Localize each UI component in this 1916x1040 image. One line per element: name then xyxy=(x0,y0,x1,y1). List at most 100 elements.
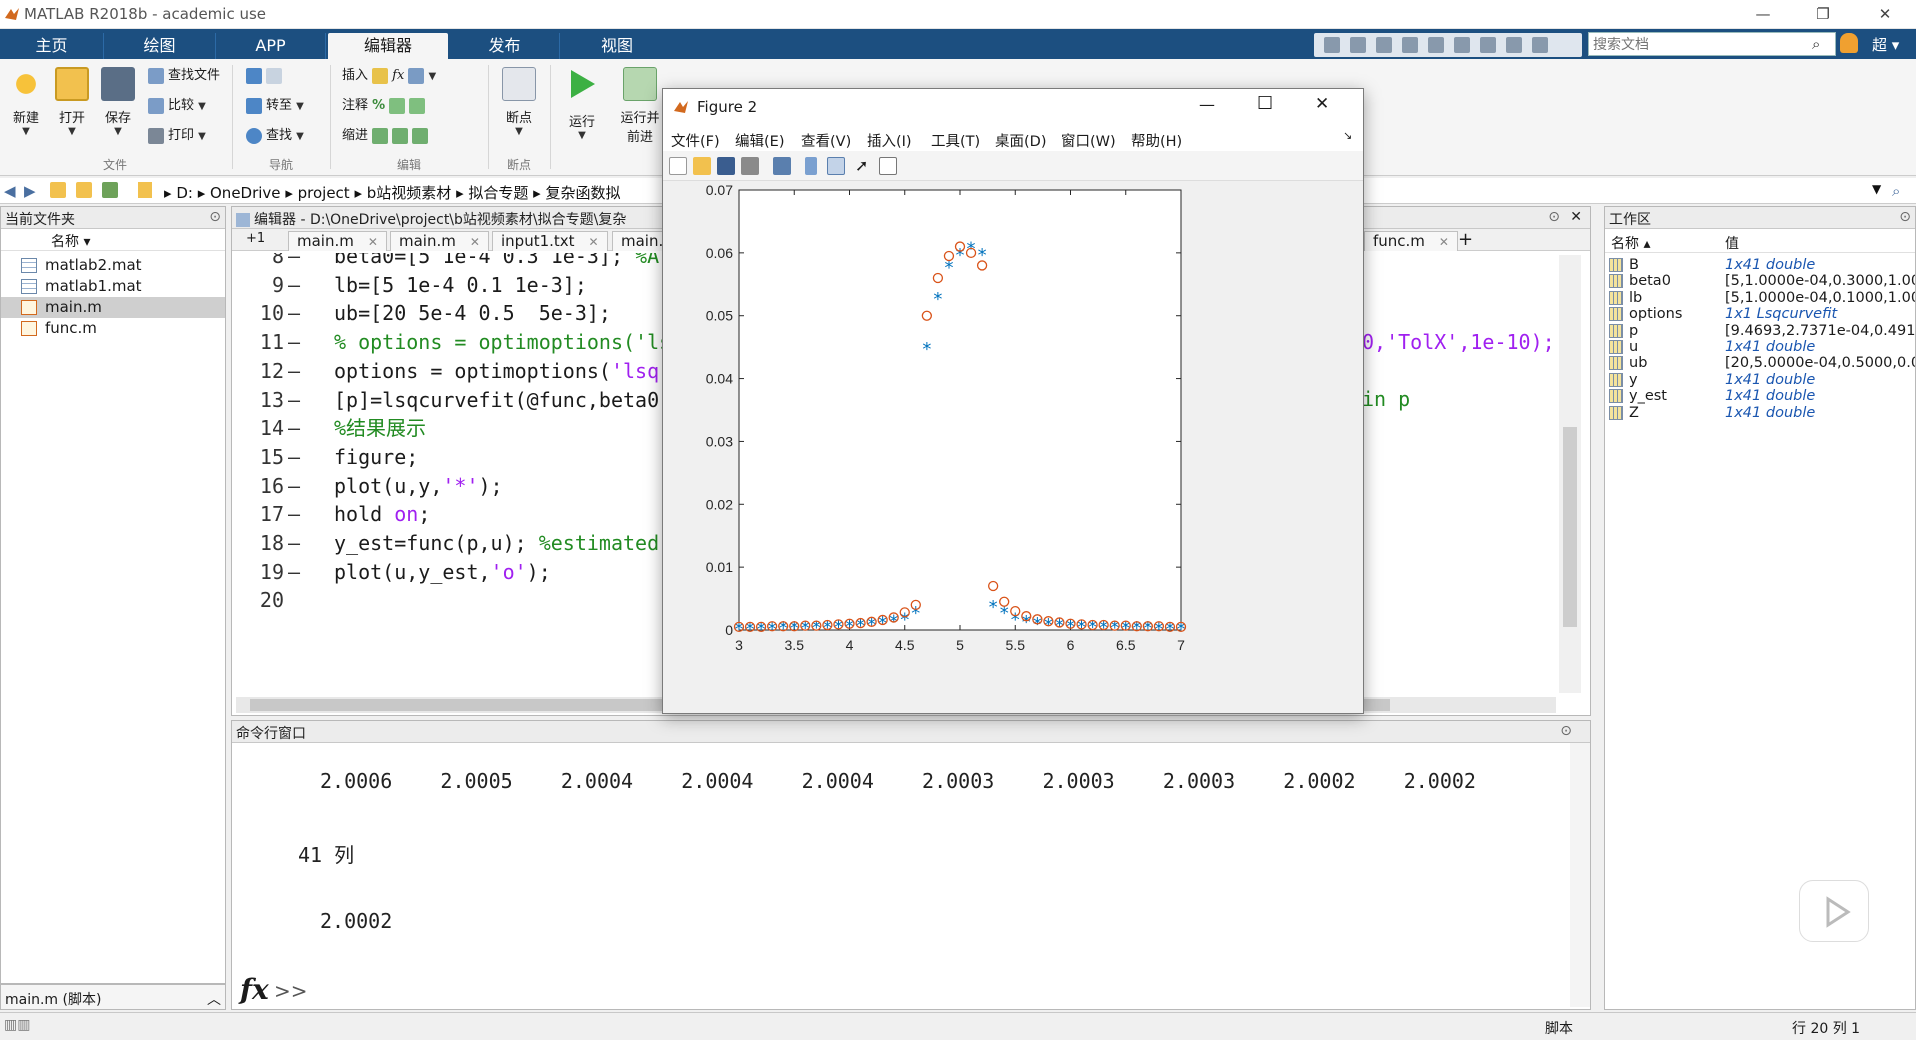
save-button[interactable]: 保存 ▼ xyxy=(92,67,144,137)
editor-tab-func[interactable]: func.m ✕ xyxy=(1364,231,1458,251)
nav-back-icon[interactable]: ◀ xyxy=(4,182,16,200)
figure-menu-dock-icon[interactable]: ↘ xyxy=(1343,129,1352,142)
comment-button[interactable]: 注释 % xyxy=(342,95,429,117)
figure-maximize-button[interactable]: ☐ xyxy=(1257,93,1273,114)
tab-apps[interactable]: APP xyxy=(216,33,326,59)
insert-legend-icon[interactable] xyxy=(827,157,845,175)
run-button[interactable]: 运行 ▼ xyxy=(556,67,608,141)
figure-menu-edit[interactable]: 编辑(E) xyxy=(735,130,784,151)
paste-icon[interactable] xyxy=(1402,37,1418,53)
new-figure-icon[interactable] xyxy=(669,157,687,175)
figure-minimize-button[interactable]: — xyxy=(1199,95,1215,114)
function-browser-fx-icon[interactable]: fx xyxy=(240,973,269,1006)
property-editor-icon[interactable] xyxy=(879,157,897,175)
indent-button[interactable]: 缩进 xyxy=(342,125,432,147)
figure-menu-insert[interactable]: 插入(I) xyxy=(867,130,912,151)
new-button[interactable]: 新建 ▼ xyxy=(0,67,52,137)
insert-colorbar-icon[interactable] xyxy=(805,157,817,175)
find-file-button[interactable]: 查找文件 xyxy=(148,65,220,87)
column-header-name[interactable]: 名称 ▾ xyxy=(1,231,225,251)
link-plot-icon[interactable] xyxy=(773,157,791,175)
scatter-chart[interactable]: 3 3.5 4 4.5 5 5.5 6 6.5 700.010.020.030.040.050.… xyxy=(663,182,1363,713)
breakpoints-button[interactable]: 断点 ▼ xyxy=(492,67,546,137)
line-number[interactable]: 20 xyxy=(232,583,284,618)
find-button[interactable]: 查找 ▼ xyxy=(246,125,304,147)
figure-menu-tools[interactable]: 工具(T) xyxy=(931,130,980,151)
back-forward-button[interactable] xyxy=(246,65,286,87)
close-panel-icon[interactable]: ✕ xyxy=(1570,209,1582,225)
search-folder-icon[interactable]: ⌕ xyxy=(1892,182,1900,200)
figure-plot-area[interactable]: 3 3.5 4 4.5 5 5.5 6 6.5 7 0 0.01 0.02 0.03 0.04 0.05 0.… xyxy=(663,182,1363,713)
save-icon[interactable] xyxy=(1324,37,1340,53)
editor-tab-main[interactable]: main.m ✕ xyxy=(288,231,387,251)
browse-folder-icon[interactable] xyxy=(76,182,92,198)
search-documentation-input[interactable] xyxy=(1588,32,1836,56)
panel-menu-icon[interactable]: ⊙ xyxy=(209,209,221,225)
switch-windows-icon[interactable] xyxy=(1480,37,1496,53)
column-header-name[interactable]: 名称 ▴ xyxy=(1611,233,1650,253)
open-file-icon[interactable] xyxy=(693,157,711,175)
tab-editor[interactable]: 编辑器 xyxy=(328,33,448,59)
editor-vertical-scrollbar[interactable] xyxy=(1559,255,1581,693)
file-list-item[interactable]: matlab1.mat xyxy=(1,276,225,297)
save-figure-icon[interactable] xyxy=(717,157,735,175)
undo-icon[interactable] xyxy=(1428,37,1444,53)
tab-plots[interactable]: 绘图 xyxy=(104,33,216,59)
help-icon[interactable] xyxy=(1506,37,1522,53)
user-account-menu[interactable]: 超 ▾ xyxy=(1872,34,1899,55)
close-tab-icon[interactable]: ✕ xyxy=(470,235,480,249)
panel-menu-icon[interactable]: ⊙ xyxy=(1560,723,1572,739)
parent-folder-icon[interactable] xyxy=(50,182,66,198)
cut-icon[interactable] xyxy=(1350,37,1366,53)
minimize-button[interactable]: — xyxy=(1740,2,1786,26)
figure-menu-view[interactable]: 查看(V) xyxy=(801,130,851,151)
command-prompt[interactable]: >> xyxy=(274,979,308,1003)
column-header-value[interactable]: 值 xyxy=(1725,233,1739,253)
breadcrumb[interactable]: ▸ D: ▸ OneDrive ▸ project ▸ b站视频素材 ▸ 拟合专… xyxy=(164,182,620,203)
print-figure-icon[interactable] xyxy=(741,157,759,175)
close-button[interactable]: ✕ xyxy=(1862,2,1908,26)
workspace-variable-row[interactable]: Z 1x41 double xyxy=(1605,403,1915,423)
chevron-up-icon[interactable]: ︿ xyxy=(207,989,221,1009)
redo-icon[interactable] xyxy=(1454,37,1470,53)
close-tab-icon[interactable]: ✕ xyxy=(1439,235,1449,249)
video-play-button[interactable] xyxy=(1799,880,1869,942)
nav-forward-icon[interactable]: ▶ xyxy=(24,182,36,200)
figure-menu-window[interactable]: 窗口(W) xyxy=(1061,130,1116,151)
figure-close-button[interactable]: ✕ xyxy=(1315,94,1329,114)
notification-bell-icon[interactable] xyxy=(1840,33,1858,53)
open-button[interactable]: 打开 ▼ xyxy=(46,67,98,137)
panel-menu-icon[interactable]: ⊙ xyxy=(1548,209,1560,225)
editor-tab-input1[interactable]: input1.txt ✕ xyxy=(492,231,608,251)
tab-home[interactable]: 主页 xyxy=(0,33,104,59)
figure-menu-desktop[interactable]: 桌面(D) xyxy=(995,130,1046,151)
panel-menu-icon[interactable]: ⊙ xyxy=(1899,209,1911,225)
file-list-item[interactable]: main.m xyxy=(1,297,225,318)
copy-icon[interactable] xyxy=(1376,37,1392,53)
scroll-thumb[interactable] xyxy=(1563,427,1577,627)
close-tab-icon[interactable]: ✕ xyxy=(589,235,599,249)
file-details-bar[interactable]: main.m (脚本) ︿ xyxy=(0,984,226,1010)
search-icon[interactable]: ⌕ xyxy=(1812,35,1820,53)
insert-button[interactable]: 插入 fx ▼ xyxy=(342,65,436,87)
goto-button[interactable]: 转至 ▼ xyxy=(246,95,304,117)
address-dropdown-icon[interactable]: ▼ xyxy=(1872,182,1881,196)
figure-menu-file[interactable]: 文件(F) xyxy=(671,130,720,151)
tab-scroll-badge[interactable]: +1 xyxy=(246,231,265,246)
folder-options-icon[interactable] xyxy=(102,182,118,198)
pointer-arrow-icon[interactable]: ➚ xyxy=(855,156,868,175)
file-list-item[interactable]: func.m xyxy=(1,318,225,339)
tab-view[interactable]: 视图 xyxy=(562,33,672,59)
restore-button[interactable]: ❐ xyxy=(1800,2,1846,26)
command-window-scrollbar[interactable] xyxy=(1570,743,1590,1007)
print-button[interactable]: 打印 ▼ xyxy=(148,125,206,147)
figure-menu-help[interactable]: 帮助(H) xyxy=(1131,130,1182,151)
tab-publish[interactable]: 发布 xyxy=(450,33,560,59)
file-list-item[interactable]: matlab2.mat xyxy=(1,255,225,276)
close-tab-icon[interactable]: ✕ xyxy=(368,235,378,249)
editor-tab-main-2[interactable]: main.m ✕ xyxy=(390,231,489,251)
compare-button[interactable]: 比较 ▼ xyxy=(148,95,206,117)
add-tab-icon[interactable]: + xyxy=(1458,229,1473,250)
community-icon[interactable] xyxy=(1532,37,1548,53)
run-and-advance-button[interactable]: 运行并 前进 xyxy=(614,67,666,145)
